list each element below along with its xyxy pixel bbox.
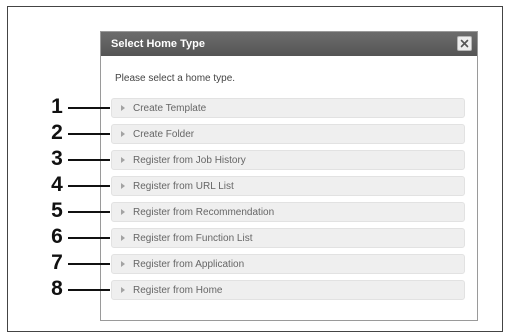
- callout-number: 5: [51, 199, 63, 222]
- dialog-title: Select Home Type: [111, 38, 205, 50]
- expand-arrow-icon: [121, 287, 125, 293]
- option-register-function-list[interactable]: Register from Function List: [111, 228, 465, 248]
- expand-arrow-icon: [121, 131, 125, 137]
- option-create-template[interactable]: Create Template: [111, 98, 465, 118]
- option-create-folder[interactable]: Create Folder: [111, 124, 465, 144]
- expand-arrow-icon: [121, 209, 125, 215]
- callout-line: [68, 289, 110, 291]
- option-label: Register from Function List: [133, 233, 253, 244]
- option-register-job-history[interactable]: Register from Job History: [111, 150, 465, 170]
- callout-number: 6: [51, 225, 63, 248]
- expand-arrow-icon: [121, 183, 125, 189]
- callout-line: [68, 185, 110, 187]
- option-label: Register from URL List: [133, 181, 234, 192]
- dialog-titlebar: Select Home Type: [101, 32, 477, 56]
- option-register-recommendation[interactable]: Register from Recommendation: [111, 202, 465, 222]
- callout-number: 8: [51, 277, 63, 300]
- close-button[interactable]: [457, 36, 472, 51]
- option-register-url-list[interactable]: Register from URL List: [111, 176, 465, 196]
- callout-line: [68, 159, 110, 161]
- dialog-prompt: Please select a home type.: [115, 73, 236, 84]
- callout-number: 4: [51, 173, 63, 196]
- option-label: Register from Application: [133, 259, 245, 270]
- expand-arrow-icon: [121, 105, 125, 111]
- callout-line: [68, 263, 110, 265]
- callout-line: [68, 107, 110, 109]
- option-register-home[interactable]: Register from Home: [111, 280, 465, 300]
- expand-arrow-icon: [121, 261, 125, 267]
- option-label: Register from Recommendation: [133, 207, 275, 218]
- option-label: Create Folder: [133, 129, 195, 140]
- expand-arrow-icon: [121, 235, 125, 241]
- callout-line: [68, 133, 110, 135]
- option-label: Register from Home: [133, 285, 223, 296]
- callout-number: 1: [51, 95, 63, 118]
- option-label: Create Template: [133, 103, 207, 114]
- callout-number: 3: [51, 147, 63, 170]
- option-label: Register from Job History: [133, 155, 246, 166]
- callout-number: 2: [51, 121, 63, 144]
- option-register-application[interactable]: Register from Application: [111, 254, 465, 274]
- callout-line: [68, 211, 110, 213]
- select-home-type-dialog: Select Home Type Please select a home ty…: [100, 31, 478, 321]
- callout-line: [68, 237, 110, 239]
- callout-number: 7: [51, 251, 63, 274]
- close-icon: [460, 39, 469, 48]
- expand-arrow-icon: [121, 157, 125, 163]
